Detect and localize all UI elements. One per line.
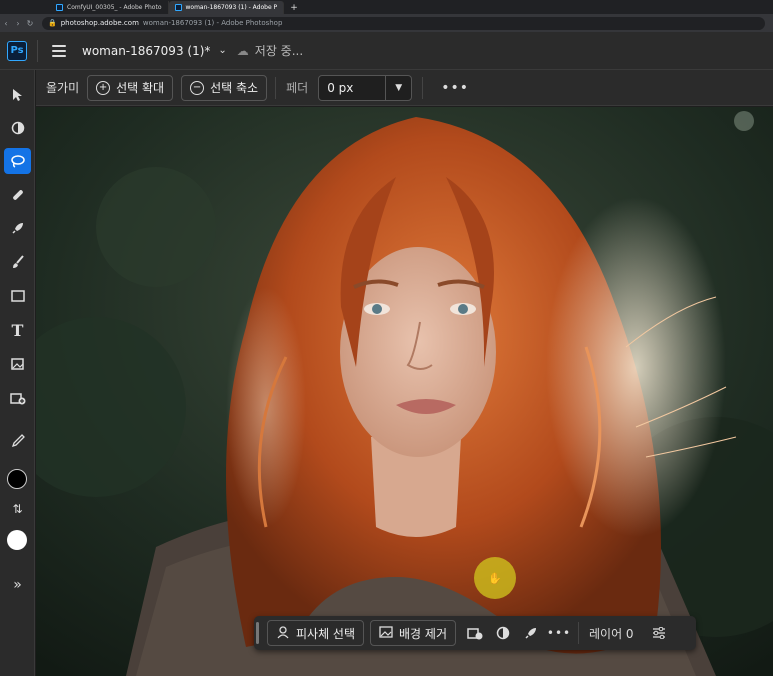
photoshop-favicon — [174, 4, 182, 11]
type-tool-icon[interactable]: T — [4, 317, 31, 343]
quick-actions-rocket-icon[interactable] — [4, 215, 31, 241]
tab-label: ComfyUI_00305_ - Adobe Photo — [67, 4, 162, 11]
remove-background-button[interactable]: 배경 제거 — [370, 620, 456, 646]
feather-input[interactable]: 0 px ▼ — [318, 74, 413, 101]
tab-label: woman-1867093 (1) - Adobe P — [185, 4, 278, 11]
background-color-swatch[interactable] — [7, 530, 27, 550]
feather-label: 페더 — [286, 81, 309, 95]
foreground-color-swatch[interactable] — [7, 469, 27, 489]
contract-selection-button[interactable]: − 선택 축소 — [181, 74, 268, 101]
remove-background-label: 배경 제거 — [399, 626, 447, 641]
adjustment-tool-icon[interactable] — [4, 115, 31, 141]
minus-circle-icon: − — [190, 80, 205, 95]
divider — [275, 76, 277, 99]
divider — [422, 76, 424, 99]
image-icon — [379, 625, 393, 641]
photo-woman-red-hair — [36, 107, 773, 676]
browser-tab[interactable]: ComfyUI_00305_ - Adobe Photo — [50, 1, 169, 14]
app-header: Ps woman-1867093 (1)* ⌄ ☁ 저장 중... — [0, 32, 773, 70]
drag-handle[interactable] — [256, 622, 259, 644]
url-host: photoshop.adobe.com — [60, 19, 139, 27]
url-field[interactable]: 🔒 photoshop.adobe.com woman-1867093 (1) … — [42, 16, 765, 30]
plus-circle-icon: + — [96, 80, 111, 95]
expand-selection-button[interactable]: + 선택 확대 — [87, 74, 174, 101]
menu-icon[interactable] — [52, 44, 66, 57]
brush-tool-icon[interactable] — [4, 249, 31, 275]
swap-colors-icon[interactable]: ⇅ — [4, 496, 31, 522]
contract-selection-label: 선택 축소 — [210, 81, 259, 95]
url-rest: woman-1867093 (1) - Adobe Photoshop — [142, 19, 283, 27]
move-tool-icon[interactable] — [4, 82, 31, 108]
chevron-down-icon[interactable]: ⌄ — [218, 45, 226, 56]
more-options-icon[interactable]: ••• — [546, 620, 572, 646]
person-icon — [276, 625, 290, 642]
divider — [37, 39, 38, 62]
select-subject-label: 피사체 선택 — [296, 626, 356, 641]
lasso-tool-icon[interactable] — [4, 148, 31, 174]
document-canvas[interactable] — [36, 107, 773, 676]
photoshop-logo[interactable]: Ps — [7, 40, 27, 61]
save-status: 저장 중... — [254, 44, 304, 58]
generative-fill-icon[interactable] — [462, 620, 488, 646]
document-title[interactable]: woman-1867093 (1)* — [82, 44, 210, 58]
rectangle-tool-icon[interactable] — [4, 283, 31, 309]
properties-sliders-icon[interactable] — [646, 620, 672, 646]
layer-name[interactable]: 레이어 0 — [589, 625, 634, 642]
tool-options-bar: 올가미 + 선택 확대 − 선택 축소 페더 0 px ▼ ••• — [36, 70, 773, 106]
expand-selection-label: 선택 확대 — [116, 81, 165, 95]
healing-brush-icon[interactable] — [4, 182, 31, 208]
reload-icon[interactable]: ↻ — [24, 19, 36, 28]
tools-panel: T ⇅ » — [0, 70, 35, 676]
divider — [578, 622, 579, 644]
chevron-down-icon[interactable]: ▼ — [385, 75, 411, 100]
expand-toolbar-icon[interactable]: » — [4, 572, 31, 598]
forward-icon[interactable]: › — [12, 19, 24, 28]
generative-fill-icon[interactable] — [4, 385, 31, 411]
back-icon[interactable]: ‹ — [0, 19, 12, 28]
cursor-hand-icon: ✋ — [474, 557, 516, 599]
feather-value: 0 px — [327, 80, 354, 95]
eyedropper-icon[interactable] — [4, 428, 31, 454]
browser-address-bar: ‹ › ↻ 🔒 photoshop.adobe.com woman-186709… — [0, 14, 773, 32]
new-tab-button[interactable]: + — [284, 1, 304, 14]
contextual-task-bar: 피사체 선택 배경 제거 ••• 레이어 0 — [254, 616, 696, 650]
adjustment-icon[interactable] — [490, 620, 516, 646]
browser-tab-active[interactable]: woman-1867093 (1) - Adobe P — [168, 1, 285, 14]
quick-actions-rocket-icon[interactable] — [518, 620, 544, 646]
cloud-sync-icon: ☁ — [236, 43, 249, 58]
select-subject-button[interactable]: 피사체 선택 — [267, 620, 365, 646]
lock-icon: 🔒 — [48, 19, 57, 27]
photoshop-favicon — [56, 4, 63, 11]
more-options-icon[interactable]: ••• — [441, 80, 469, 96]
browser-tab-strip: ComfyUI_00305_ - Adobe Photo woman-18670… — [0, 0, 773, 14]
tool-name-label: 올가미 — [46, 81, 80, 95]
place-image-icon[interactable] — [4, 351, 31, 377]
